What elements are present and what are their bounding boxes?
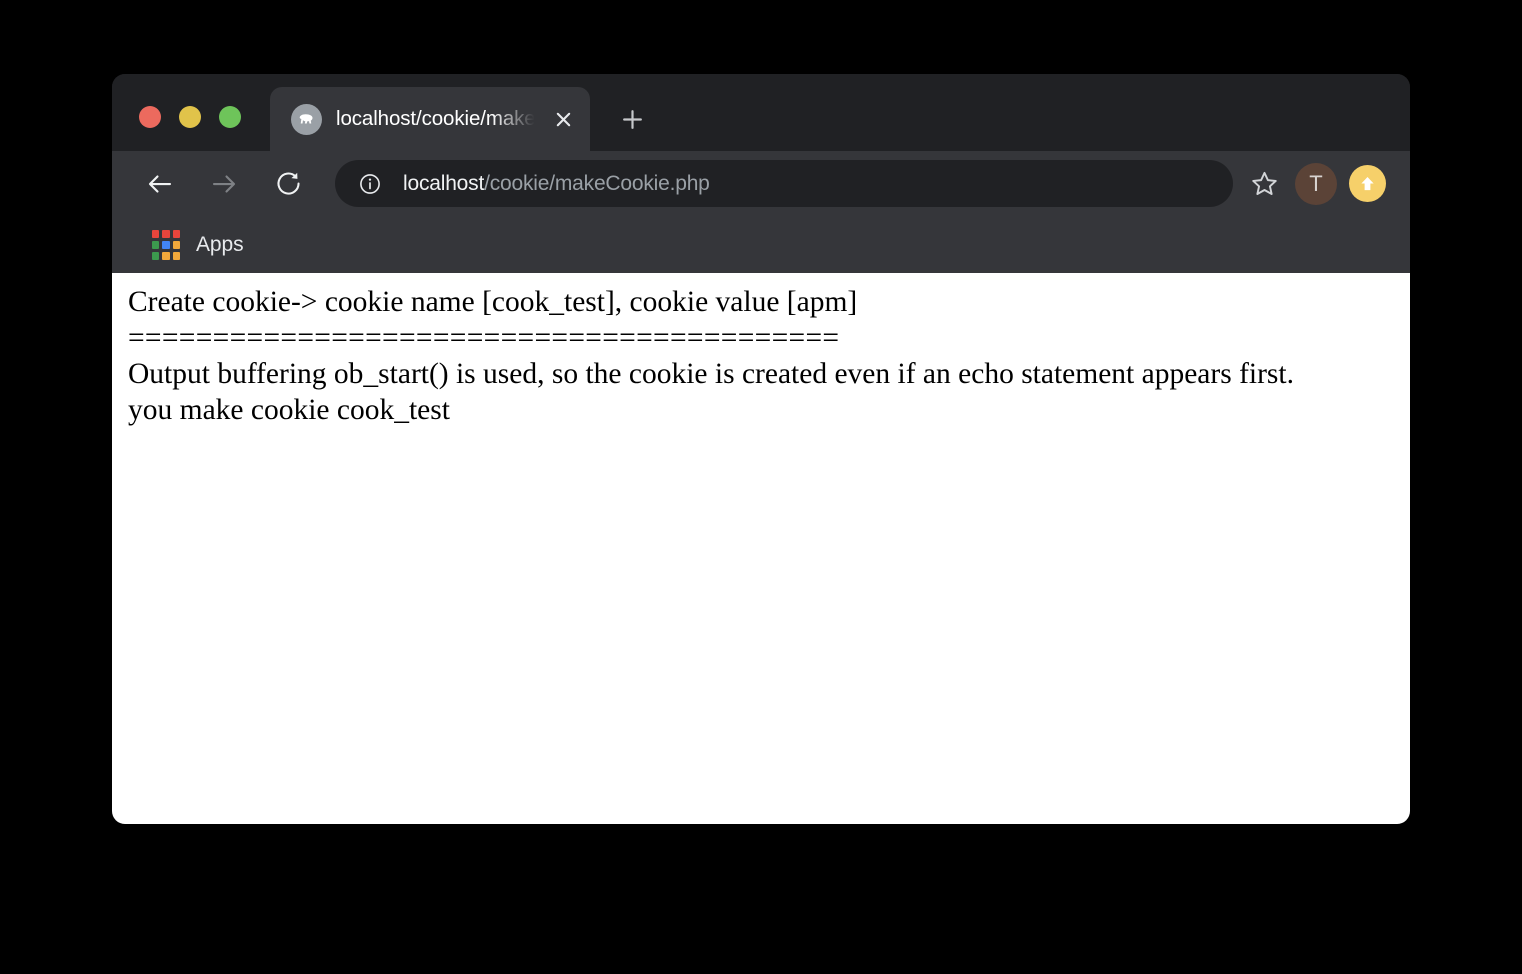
tab-title: localhost/cookie/makeCookie.php bbox=[336, 107, 538, 130]
tab-strip: localhost/cookie/makeCookie.php bbox=[112, 74, 1410, 151]
avatar[interactable]: T bbox=[1295, 162, 1337, 205]
apps-grid-cell bbox=[172, 251, 180, 260]
info-circle-icon[interactable] bbox=[357, 171, 383, 197]
bookmarks-bar: Apps bbox=[112, 216, 1410, 273]
window-controls bbox=[139, 106, 241, 128]
close-icon[interactable] bbox=[546, 102, 580, 136]
browser-window: localhost/cookie/makeCookie.php bbox=[112, 74, 1410, 824]
browser-toolbar: localhost/cookie/makeCookie.php T bbox=[112, 151, 1410, 216]
minimize-window-button[interactable] bbox=[179, 106, 201, 128]
page-text-line-3: you make cookie cook_test bbox=[128, 394, 450, 426]
apps-grid-cell bbox=[152, 229, 160, 238]
php-elephant-icon bbox=[291, 103, 322, 135]
page-text-line-2: Output buffering ob_start() is used, so … bbox=[128, 358, 1294, 390]
browser-tab[interactable]: localhost/cookie/makeCookie.php bbox=[270, 87, 590, 151]
apps-grid-cell bbox=[172, 229, 180, 238]
back-arrow-icon[interactable] bbox=[138, 162, 182, 206]
url-host: localhost bbox=[403, 171, 485, 195]
apps-grid-cell bbox=[172, 240, 180, 249]
apps-grid-cell bbox=[152, 240, 160, 249]
apps-grid-icon bbox=[152, 229, 180, 260]
apps-grid-cell bbox=[152, 251, 160, 260]
maximize-window-button[interactable] bbox=[219, 106, 241, 128]
url-path: /cookie/makeCookie.php bbox=[484, 171, 710, 195]
reload-icon[interactable] bbox=[266, 162, 310, 206]
bookmark-item-apps[interactable]: Apps bbox=[142, 225, 253, 265]
bookmark-label-apps: Apps bbox=[196, 232, 244, 256]
apps-grid-cell bbox=[162, 229, 170, 238]
forward-arrow-icon[interactable] bbox=[202, 162, 246, 206]
page-content: Create cookie-> cookie name [cook_test],… bbox=[112, 273, 1410, 824]
page-text-divider: ========================================… bbox=[128, 322, 840, 354]
new-tab-button[interactable] bbox=[612, 99, 652, 139]
apps-grid-cell bbox=[162, 251, 170, 260]
close-window-button[interactable] bbox=[139, 106, 161, 128]
star-outline-icon[interactable] bbox=[1245, 165, 1283, 203]
page-text-line-1: Create cookie-> cookie name [cook_test],… bbox=[128, 286, 858, 318]
arrow-up-icon[interactable] bbox=[1349, 165, 1386, 202]
address-bar[interactable]: localhost/cookie/makeCookie.php bbox=[335, 160, 1233, 207]
apps-grid-cell bbox=[162, 240, 170, 249]
url-text[interactable]: localhost/cookie/makeCookie.php bbox=[403, 172, 1215, 196]
avatar-initial: T bbox=[1309, 170, 1323, 196]
tab-title-container: localhost/cookie/makeCookie.php bbox=[336, 104, 538, 134]
